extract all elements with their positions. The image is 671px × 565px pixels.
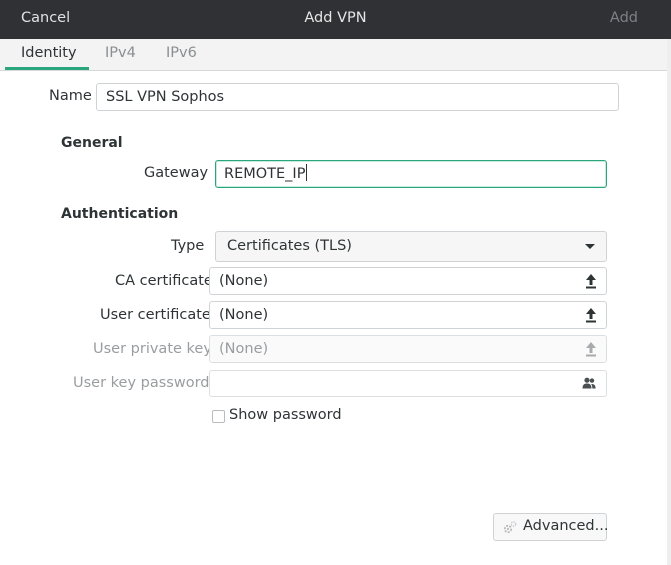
upload-arrow-icon: [586, 342, 596, 357]
active-tab-indicator: [5, 67, 89, 70]
user-private-key-chooser: (None): [209, 335, 607, 363]
gear-icon: [503, 521, 517, 534]
gateway-value: REMOTE_IP: [224, 166, 306, 182]
tab-identity[interactable]: Identity: [21, 45, 77, 61]
gateway-input[interactable]: REMOTE_IP: [215, 160, 607, 188]
upload-arrow-icon[interactable]: [585, 307, 597, 323]
show-password-label[interactable]: Show password: [229, 407, 342, 423]
type-value: Certificates (TLS): [227, 238, 352, 254]
type-label: Type: [171, 238, 205, 254]
type-dropdown[interactable]: Certificates (TLS): [215, 231, 607, 262]
header-bar: Cancel Add VPN Add: [0, 0, 671, 39]
advanced-button[interactable]: Advanced...: [493, 513, 609, 541]
chevron-down-icon: [585, 244, 595, 249]
user-certificate-chooser[interactable]: (None): [209, 301, 607, 329]
show-password-checkbox[interactable]: [212, 410, 225, 423]
advanced-label: Advanced...: [523, 518, 609, 534]
user-private-key-value: (None): [219, 341, 269, 357]
user-certificate-value: (None): [219, 307, 269, 323]
name-input[interactable]: SSL VPN Sophos: [96, 83, 619, 111]
tab-ipv6[interactable]: IPv6: [166, 45, 197, 61]
general-heading: General: [61, 135, 123, 151]
add-button[interactable]: Add: [610, 10, 638, 26]
user-certificate-label: User certificate: [100, 307, 211, 323]
user-private-key-label: User private key: [93, 341, 212, 357]
ca-certificate-label: CA certificate: [115, 273, 213, 289]
tab-bar: Identity IPv4 IPv6: [0, 39, 671, 71]
people-icon: [582, 377, 596, 389]
text-caret: [306, 164, 308, 181]
window-edge: [667, 39, 671, 565]
user-key-password-label: User key password: [73, 375, 210, 391]
dialog-title: Add VPN: [304, 10, 367, 26]
user-key-password-input: [209, 370, 607, 397]
name-label: Name: [49, 88, 92, 104]
authentication-heading: Authentication: [61, 206, 179, 222]
tab-ipv4[interactable]: IPv4: [105, 45, 136, 61]
upload-arrow-icon[interactable]: [585, 273, 597, 289]
gateway-label: Gateway: [144, 165, 209, 181]
ca-certificate-value: (None): [219, 273, 269, 289]
ca-certificate-chooser[interactable]: (None): [209, 267, 607, 295]
